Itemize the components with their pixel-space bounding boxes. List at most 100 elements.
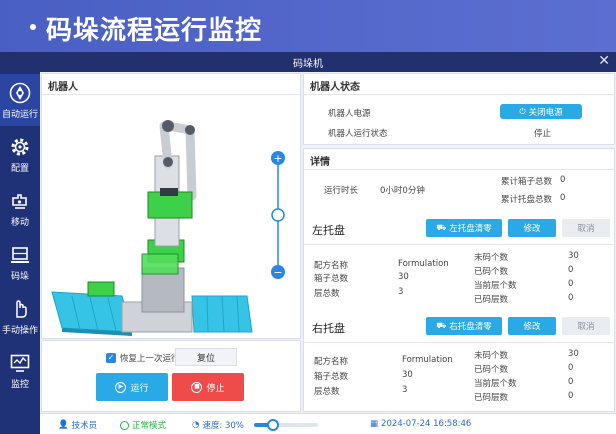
zoom-slider-knob[interactable]	[271, 208, 285, 222]
right-pallet-cancel-button[interactable]: 取消	[562, 317, 610, 335]
user-label: 技术员	[71, 421, 98, 431]
speed-slider-knob[interactable]	[267, 419, 280, 431]
pallet-icon: ⛟	[436, 223, 447, 232]
right-pallet-clear-button[interactable]: ⛟ 右托盘清零	[426, 317, 502, 335]
divider	[304, 244, 614, 245]
hand-icon	[16, 300, 27, 318]
left-current-layer-label: 当前层个数	[474, 281, 517, 291]
right-boxes-value: 30	[402, 370, 413, 380]
zoom-out-label: −	[273, 266, 282, 279]
run-state-label: 机器人运行状态	[328, 129, 388, 139]
robot-3d-scene[interactable]: + −	[42, 96, 300, 338]
right-boxes-label: 箱子总数	[314, 372, 349, 382]
sidebar-item-label: 自动运行	[1, 110, 38, 120]
right-current-layer-value: 0	[568, 377, 574, 387]
user-status[interactable]: 👤 技术员	[58, 419, 97, 431]
sidebar: 自动运行 配置 移动 码垛 手动操作 监控	[0, 72, 40, 434]
right-layers-label: 层总数	[314, 387, 340, 397]
right-coded-layers-value: 0	[568, 391, 574, 401]
banner-bullet	[30, 24, 36, 30]
run-controls-panel: ✓ 恢复上一次运行 复位 ▶ 运行 ■ 停止	[41, 340, 301, 412]
right-recipe-value: Formulation	[402, 355, 453, 365]
left-pallet-clear-button[interactable]: ⛟ 左托盘清零	[426, 219, 502, 237]
auto-run-icon	[9, 82, 31, 104]
sidebar-item-monitor[interactable]: 监控	[0, 344, 40, 396]
robot-status-panel: 机器人状态 机器人电源 ⏻ 关闭电源 机器人运行状态 停止	[303, 73, 615, 145]
datetime-status: ▦ 2024-07-24 16:58:46	[370, 419, 471, 429]
details-panel: 详情 运行时长 0小时0分钟 累计箱子总数 0 累计托盘总数 0 左托盘 ⛟ 左…	[303, 148, 615, 412]
power-off-button[interactable]: ⏻ 关闭电源	[500, 104, 582, 119]
total-pallets-value: 0	[560, 193, 566, 203]
right-coded-value: 0	[568, 363, 574, 373]
right-layers-value: 3	[402, 385, 408, 395]
mode-indicator-icon	[120, 420, 129, 430]
reset-button[interactable]: 复位	[175, 348, 237, 366]
sidebar-item-manual[interactable]: 手动操作	[0, 290, 40, 342]
sidebar-item-label: 码垛	[10, 272, 29, 282]
left-boxes-label: 箱子总数	[314, 274, 349, 284]
mode-label: 正常模式	[132, 421, 167, 431]
sidebar-item-label: 手动操作	[1, 326, 38, 336]
run-time-value: 0小时0分钟	[380, 186, 425, 196]
datetime-label: 2024-07-24 16:58:46	[381, 419, 472, 429]
run-time-label: 运行时长	[324, 186, 359, 196]
run-button[interactable]: ▶ 运行	[96, 373, 168, 401]
resume-label: 恢复上一次运行	[120, 354, 180, 364]
stop-icon: ■	[191, 381, 203, 393]
left-uncoded-value: 30	[568, 251, 579, 261]
monitor-icon	[10, 354, 30, 372]
total-boxes-label: 累计箱子总数	[501, 177, 553, 187]
power-icon: ⏻	[519, 106, 526, 116]
left-recipe-label: 配方名称	[314, 261, 349, 271]
total-pallets-label: 累计托盘总数	[501, 195, 553, 205]
sidebar-item-label: 配置	[10, 164, 29, 174]
right-current-layer-label: 当前层个数	[474, 379, 517, 389]
left-boxes-value: 30	[398, 272, 409, 282]
close-icon[interactable]: ✕	[598, 53, 610, 69]
left-current-layer-value: 0	[568, 279, 574, 289]
speed-slider[interactable]	[254, 419, 318, 431]
right-uncoded-label: 未码个数	[474, 351, 509, 361]
calendar-icon: ▦	[370, 419, 379, 429]
speed-status: ◔ 速度: 30%	[192, 419, 244, 431]
palletize-icon	[11, 247, 29, 263]
divider	[42, 94, 300, 95]
right-pallet-clear-label: 右托盘清零	[449, 322, 492, 332]
checkbox-check-icon: ✓	[106, 353, 116, 363]
move-icon	[12, 194, 27, 209]
left-layers-value: 3	[398, 287, 404, 297]
sidebar-item-label: 移动	[10, 218, 29, 228]
right-coded-layers-label: 已码层数	[474, 393, 509, 403]
right-uncoded-value: 30	[568, 349, 579, 359]
right-recipe-label: 配方名称	[314, 357, 349, 367]
play-icon: ▶	[115, 381, 127, 393]
stop-button[interactable]: ■ 停止	[172, 373, 244, 401]
right-coded-label: 已码个数	[474, 365, 509, 375]
left-coded-layers-value: 0	[568, 293, 574, 303]
left-coded-value: 0	[568, 265, 574, 275]
left-recipe-value: Formulation	[398, 259, 449, 269]
left-layers-label: 层总数	[314, 289, 340, 299]
left-pallet-edit-button[interactable]: 修改	[508, 219, 556, 237]
page-banner: 码垛流程运行监控	[0, 0, 616, 52]
pallet-icon: ⛟	[436, 321, 447, 330]
power-label: 机器人电源	[328, 109, 371, 119]
robot-view-panel: 机器人 + −	[41, 73, 301, 339]
right-pallet-edit-button[interactable]: 修改	[508, 317, 556, 335]
divider	[304, 169, 614, 170]
speed-gauge-icon: ◔	[192, 420, 200, 430]
resume-checkbox[interactable]: ✓ 恢复上一次运行	[106, 352, 180, 364]
window-title: 码垛机	[293, 59, 323, 70]
stop-label: 停止	[206, 383, 225, 394]
window-titlebar: 码垛机 ✕	[0, 52, 616, 72]
sidebar-item-config[interactable]: 配置	[0, 128, 40, 180]
sidebar-item-palletize[interactable]: 码垛	[0, 236, 40, 288]
run-label: 运行	[130, 383, 149, 394]
config-gear-icon	[11, 138, 29, 156]
sidebar-item-move[interactable]: 移动	[0, 182, 40, 234]
zoom-in-label: +	[273, 152, 282, 165]
sidebar-item-auto-run[interactable]: 自动运行	[0, 74, 40, 126]
status-bar: 👤 技术员 正常模式 ◔ 速度: 30% ▦ 2024-07-24 16:58:…	[40, 413, 616, 434]
left-pallet-cancel-button[interactable]: 取消	[562, 219, 610, 237]
total-boxes-value: 0	[560, 175, 566, 185]
